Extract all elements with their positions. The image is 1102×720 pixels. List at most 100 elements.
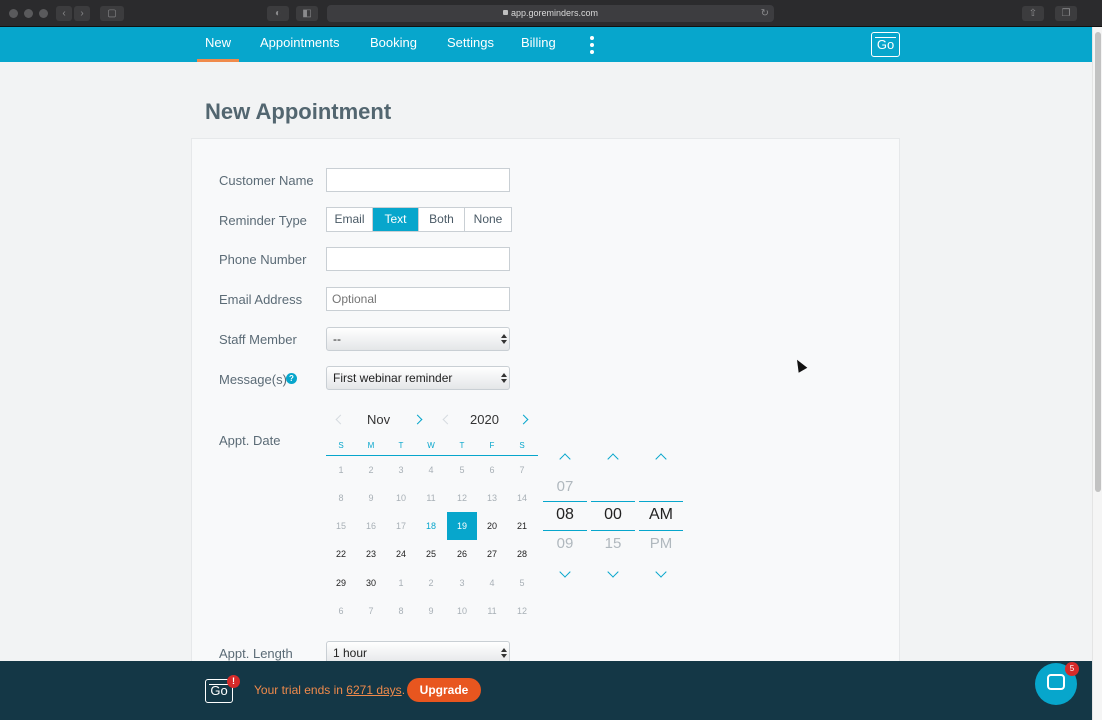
calendar-day[interactable]: 26 <box>447 540 477 568</box>
forward-icon[interactable]: › <box>74 6 90 21</box>
phone-number-input[interactable] <box>326 247 510 271</box>
scrollbar-thumb[interactable] <box>1095 32 1101 492</box>
calendar-day[interactable]: 2 <box>416 569 446 597</box>
sidebar-icon[interactable]: ▢ <box>100 6 124 21</box>
nav-new[interactable]: New <box>196 27 240 62</box>
staff-member-select[interactable]: -- <box>326 327 510 351</box>
calendar-day[interactable]: 7 <box>356 597 386 625</box>
privacy-icon[interactable]: ◐ <box>267 6 289 21</box>
calendar-day[interactable]: 19 <box>447 512 477 540</box>
calendar-day[interactable]: 11 <box>416 484 446 512</box>
weekday-header: S <box>519 441 525 450</box>
reminder-both-option[interactable]: Both <box>419 208 465 231</box>
address-bar[interactable]: app.goreminders.com ↻ <box>327 5 774 22</box>
calendar-day[interactable]: 9 <box>356 484 386 512</box>
appt-length-value: 1 hour <box>333 646 368 660</box>
minute-selection-line <box>591 530 635 531</box>
calendar-day[interactable]: 23 <box>356 540 386 568</box>
weekday-header: T <box>398 441 404 450</box>
calendar-day[interactable]: 17 <box>386 512 416 540</box>
help-icon[interactable]: ? <box>286 373 297 384</box>
calendar-day[interactable]: 22 <box>326 540 356 568</box>
calendar-day[interactable]: 29 <box>326 569 356 597</box>
calendar-day[interactable]: 3 <box>447 569 477 597</box>
calendar-day[interactable]: 20 <box>477 512 507 540</box>
period-current-value: AM <box>649 506 673 523</box>
calendar-day[interactable]: 13 <box>477 484 507 512</box>
hour-current-value: 08 <box>556 506 574 523</box>
calendar-day[interactable]: 1 <box>386 569 416 597</box>
staff-member-label: Staff Member <box>219 332 297 347</box>
calendar-month: Nov <box>367 412 391 427</box>
chat-icon <box>1047 674 1065 690</box>
reminder-type-toggle: Email Text Both None <box>326 207 512 232</box>
nav-appointments[interactable]: Appointments <box>260 27 340 62</box>
email-address-input[interactable] <box>326 287 510 311</box>
calendar-day[interactable]: 5 <box>507 569 537 597</box>
page-title: New Appointment <box>205 99 392 124</box>
hour-prev-value[interactable]: 07 <box>543 478 587 495</box>
calendar-day[interactable]: 28 <box>507 540 537 568</box>
customer-name-label: Customer Name <box>219 173 314 188</box>
calendar-day[interactable]: 8 <box>326 484 356 512</box>
hour-next-value[interactable]: 09 <box>543 535 587 552</box>
calendar-day[interactable]: 12 <box>507 597 537 625</box>
calendar-day[interactable]: 4 <box>477 569 507 597</box>
calendar-day[interactable]: 25 <box>416 540 446 568</box>
reader-icon[interactable]: ◧ <box>296 6 318 21</box>
page-scrollbar[interactable] <box>1092 27 1102 720</box>
calendar-day[interactable]: 10 <box>386 484 416 512</box>
calendar-day[interactable]: 12 <box>447 484 477 512</box>
calendar-day[interactable]: 3 <box>386 456 416 484</box>
calendar-day[interactable]: 10 <box>447 597 477 625</box>
calendar-day[interactable]: 8 <box>386 597 416 625</box>
calendar-day[interactable]: 9 <box>416 597 446 625</box>
reminder-text-option[interactable]: Text <box>373 208 419 231</box>
calendar-day[interactable]: 4 <box>416 456 446 484</box>
calendar-day[interactable]: 24 <box>386 540 416 568</box>
calendar-day[interactable]: 6 <box>326 597 356 625</box>
tabs-icon[interactable]: ❐ <box>1055 6 1077 21</box>
calendar-day[interactable]: 6 <box>477 456 507 484</box>
reload-icon[interactable]: ↻ <box>761 5 769 22</box>
calendar-day[interactable]: 18 <box>416 512 446 540</box>
appt-date-label: Appt. Date <box>219 433 281 448</box>
period-next-value[interactable]: PM <box>639 535 683 552</box>
calendar-day[interactable]: 30 <box>356 569 386 597</box>
minimize-window-icon[interactable] <box>24 9 33 18</box>
upgrade-button[interactable]: Upgrade <box>407 678 481 702</box>
reminder-email-option[interactable]: Email <box>327 208 373 231</box>
goreminders-logo[interactable]: Go <box>871 32 900 57</box>
calendar-day[interactable]: 2 <box>356 456 386 484</box>
calendar-day[interactable]: 27 <box>477 540 507 568</box>
calendar-day[interactable]: 16 <box>356 512 386 540</box>
alert-badge: ! <box>227 675 240 688</box>
trial-text-after: . <box>401 683 406 697</box>
calendar-day[interactable]: 7 <box>507 456 537 484</box>
calendar-day[interactable]: 14 <box>507 484 537 512</box>
reminder-none-option[interactable]: None <box>465 208 511 231</box>
messages-value: First webinar reminder <box>333 371 453 385</box>
zoom-window-icon[interactable] <box>39 9 48 18</box>
email-address-label: Email Address <box>219 292 303 307</box>
minute-next-value[interactable]: 15 <box>591 535 635 552</box>
nav-billing[interactable]: Billing <box>521 27 556 62</box>
messages-select[interactable]: First webinar reminder <box>326 366 510 390</box>
weekday-header: W <box>427 441 435 450</box>
calendar-day[interactable]: 5 <box>447 456 477 484</box>
customer-name-input[interactable] <box>326 168 510 192</box>
nav-settings[interactable]: Settings <box>447 27 494 62</box>
chat-unread-badge: 5 <box>1065 662 1079 676</box>
trial-days-link[interactable]: 6271 days <box>346 683 401 697</box>
calendar-day[interactable]: 15 <box>326 512 356 540</box>
messages-label: Message(s) <box>219 372 287 387</box>
close-window-icon[interactable] <box>9 9 18 18</box>
calendar-day[interactable]: 1 <box>326 456 356 484</box>
hour-selection-line <box>543 501 587 502</box>
calendar-day[interactable]: 21 <box>507 512 537 540</box>
calendar-day[interactable]: 11 <box>477 597 507 625</box>
more-menu-icon[interactable] <box>590 36 594 54</box>
back-icon[interactable]: ‹ <box>56 6 72 21</box>
share-icon[interactable]: ⇧ <box>1022 6 1044 21</box>
nav-booking[interactable]: Booking <box>370 27 417 62</box>
